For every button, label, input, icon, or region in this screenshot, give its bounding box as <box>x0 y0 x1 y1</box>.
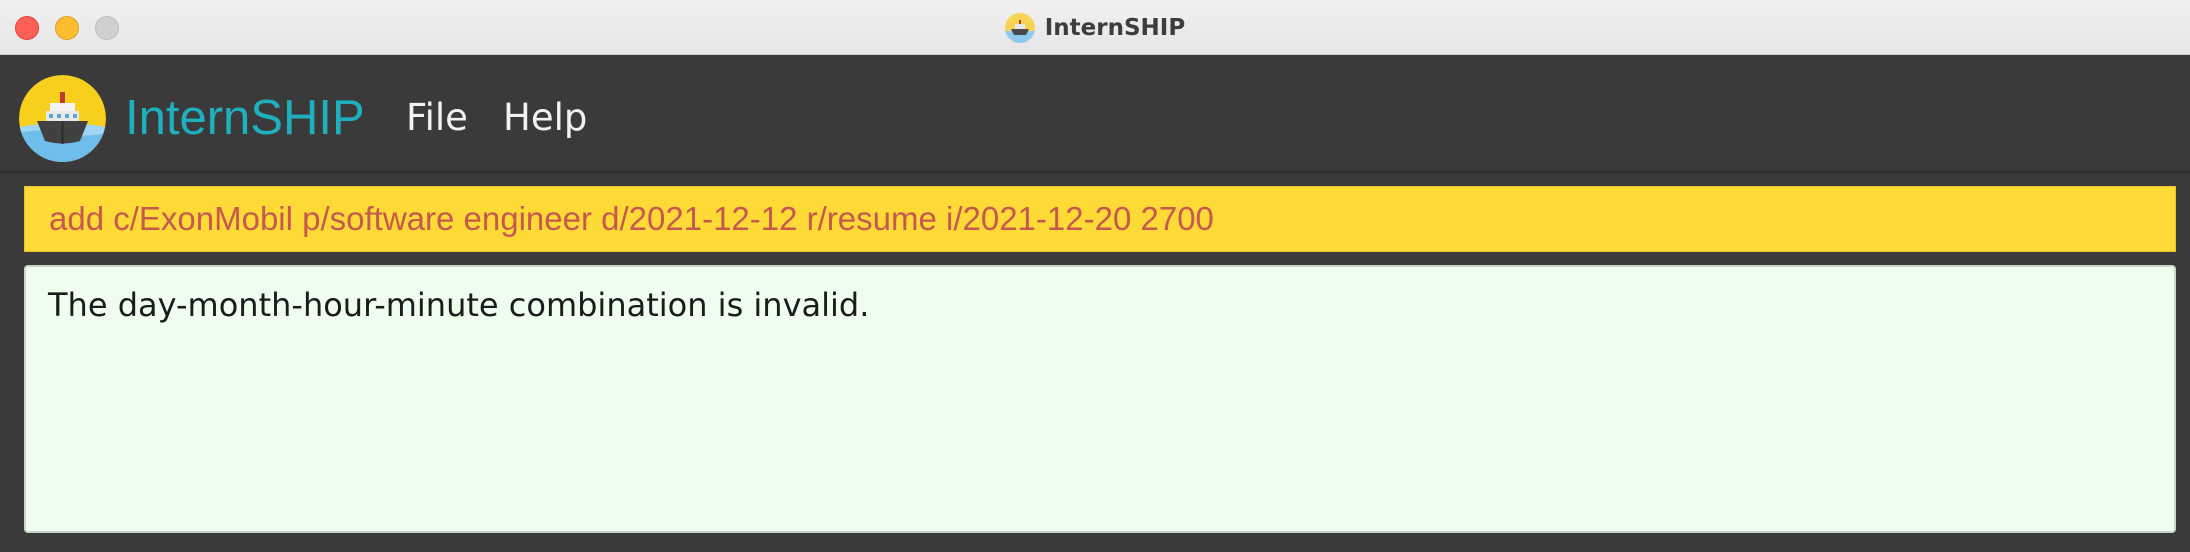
menu-file[interactable]: File <box>406 96 468 140</box>
ship-icon <box>1004 12 1035 43</box>
menu-bar: InternSHIP File Help <box>0 56 2190 173</box>
menu-help[interactable]: Help <box>503 96 587 140</box>
app-name: InternSHIP <box>125 91 365 145</box>
window-title: InternSHIP <box>1044 14 1186 41</box>
result-display[interactable]: The day-month-hour-minute combination is… <box>24 265 2176 533</box>
ship-logo-icon <box>19 75 106 162</box>
command-input[interactable]: add c/ExonMobil p/software engineer d/20… <box>24 186 2176 252</box>
app-window: InternSHIP InternSHIP File Help add c/Ex… <box>0 0 2190 552</box>
window-title-group: InternSHIP <box>0 0 2190 55</box>
result-message: The day-month-hour-minute combination is… <box>48 286 870 324</box>
command-box-placeholder: add c/ExonMobil p/software engineer d/20… <box>0 173 2190 259</box>
title-bar: InternSHIP <box>0 0 2190 55</box>
